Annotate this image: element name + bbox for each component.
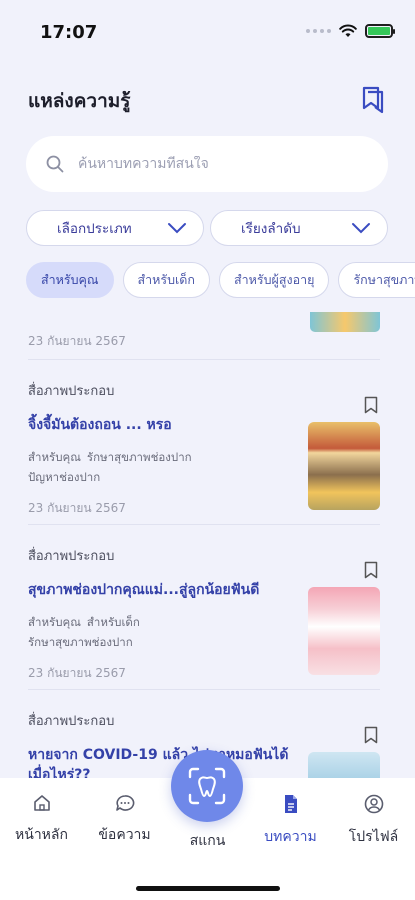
chip-oral-care[interactable]: รักษาสุขภาพช่องปาก	[338, 262, 415, 298]
category-dropdown[interactable]: เลือกประเภท	[26, 210, 204, 246]
search-icon	[46, 155, 64, 173]
nav-scan-label: สแกน	[189, 833, 226, 849]
article-list: 23 กันยายน 2567 สื่อภาพประกอบ จิ้งจี้มัน…	[28, 312, 380, 778]
article-tags: สำหรับคุณ สำหรับเด็ก รักษาสุขภาพช่องปาก	[28, 612, 258, 652]
article-tag: รักษาสุขภาพช่องปาก	[28, 635, 133, 649]
status-icons	[306, 24, 395, 38]
chat-icon	[115, 795, 134, 811]
nav-profile-label: โปรไฟล์	[348, 829, 399, 845]
battery-icon	[365, 24, 395, 38]
chip-for-elderly[interactable]: สำหรับผู้สูงอายุ	[219, 262, 330, 298]
status-time: 17:07	[40, 22, 98, 43]
nav-profile[interactable]: โปรไฟล์	[332, 778, 415, 858]
category-chips: สำหรับคุณ สำหรับเด็ก สำหรับผู้สูงอายุ รั…	[26, 262, 415, 298]
article-tag: สำหรับคุณ	[28, 615, 81, 629]
category-dropdown-label: เลือกประเภท	[57, 221, 132, 237]
bookmark-icon[interactable]	[364, 726, 378, 744]
article-type: สื่อภาพประกอบ	[28, 714, 115, 729]
nav-home-label: หน้าหลัก	[15, 827, 68, 843]
article-tags: สำหรับคุณ รักษาสุขภาพช่องปาก ปัญหาช่องปาก	[28, 447, 258, 487]
bookmark-icon[interactable]	[364, 396, 378, 414]
sort-dropdown-label: เรียงลำดับ	[241, 221, 301, 237]
profile-icon	[364, 794, 383, 814]
list-item[interactable]: สื่อภาพประกอบ สุขภาพช่องปากคุณแม่...สู่ล…	[28, 525, 380, 690]
nav-messages[interactable]: ข้อความ	[83, 778, 166, 858]
article-date: 23 กันยายน 2567	[28, 334, 126, 348]
scan-button[interactable]	[171, 750, 243, 822]
article-tag: สำหรับคุณ	[28, 450, 81, 464]
bookmark-icon[interactable]	[364, 561, 378, 579]
search-bar[interactable]	[26, 136, 388, 192]
article-thumbnail	[308, 422, 380, 510]
saved-bookmarks-icon[interactable]	[361, 86, 385, 114]
filter-row: เลือกประเภท เรียงลำดับ	[26, 210, 388, 246]
article-type: สื่อภาพประกอบ	[28, 384, 115, 399]
article-title[interactable]: หายจาก COVID-19 แล้ว ไปหาหมอฟันได้เมื่อไ…	[28, 745, 298, 778]
home-icon	[33, 795, 50, 811]
wifi-icon	[339, 24, 357, 37]
list-item[interactable]: สื่อภาพประกอบ จิ้งจี้มันต้องถอน ... หรอ …	[28, 360, 380, 525]
article-title[interactable]: สุขภาพช่องปากคุณแม่...สู่ลูกน้อยฟันดี	[28, 580, 298, 600]
article-type: สื่อภาพประกอบ	[28, 549, 115, 564]
article-thumbnail	[308, 752, 380, 778]
signal-icon	[306, 29, 331, 33]
home-indicator	[136, 886, 280, 891]
nav-articles[interactable]: บทความ	[249, 778, 332, 858]
search-input[interactable]	[78, 156, 358, 172]
article-tag: รักษาสุขภาพช่องปาก	[86, 450, 192, 464]
article-thumbnail	[310, 312, 380, 332]
nav-messages-label: ข้อความ	[98, 827, 151, 843]
sort-dropdown[interactable]: เรียงลำดับ	[210, 210, 388, 246]
page-title: แหล่งความรู้	[28, 90, 131, 112]
header: แหล่งความรู้	[28, 86, 389, 116]
nav-home[interactable]: หน้าหลัก	[0, 778, 83, 858]
article-title[interactable]: จิ้งจี้มันต้องถอน ... หรอ	[28, 415, 298, 435]
chip-for-you[interactable]: สำหรับคุณ	[26, 262, 114, 298]
document-icon	[284, 795, 297, 813]
article-thumbnail	[308, 587, 380, 675]
list-item-partial[interactable]: 23 กันยายน 2567	[28, 312, 380, 360]
article-tag: สำหรับเด็ก	[86, 615, 140, 629]
nav-articles-label: บทความ	[264, 829, 317, 845]
chevron-down-icon	[168, 223, 186, 234]
status-bar: 17:07	[0, 0, 415, 56]
chevron-down-icon	[352, 223, 370, 234]
tooth-scan-icon	[188, 767, 226, 805]
chip-for-kids[interactable]: สำหรับเด็ก	[122, 262, 210, 298]
article-tag: ปัญหาช่องปาก	[28, 470, 101, 484]
